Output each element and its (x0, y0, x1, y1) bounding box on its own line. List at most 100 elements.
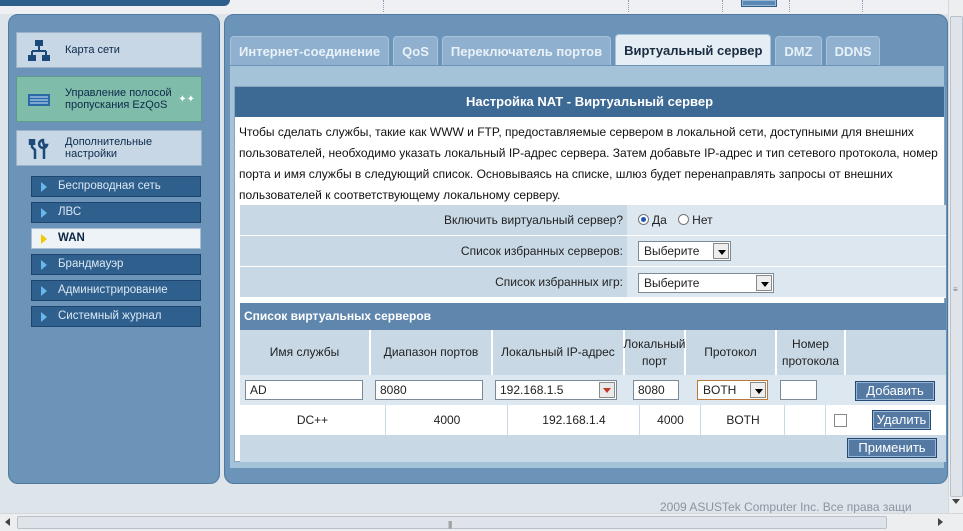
favorite-servers-row: Список избранных серверов: Выберите (240, 236, 946, 267)
col-header-action (846, 330, 946, 375)
sidebar-item-label: Беспроводная сеть (58, 180, 161, 192)
qos-icon (27, 88, 51, 112)
col-header-service: Имя службы (240, 330, 370, 375)
scroll-thumb[interactable]: ≡ (950, 16, 963, 497)
scroll-down-icon[interactable] (952, 499, 960, 504)
sidebar-item-network-map[interactable]: Карта сети (16, 32, 202, 68)
add-button[interactable]: Добавить (855, 381, 935, 401)
favorite-servers-label: Список избранных серверов: (240, 236, 627, 266)
row-port-range: 4000 (387, 405, 508, 435)
sidebar-item-label: Управление полосой пропускания EzQoS (65, 87, 172, 111)
col-header-protocol: Протокол (686, 330, 776, 375)
row-select-checkbox[interactable] (834, 414, 847, 427)
arrow-right-icon (41, 208, 47, 218)
arrow-right-icon (41, 182, 47, 192)
arrow-right-icon (41, 286, 47, 296)
col-header-port-range: Диапазон портов (371, 330, 492, 375)
virtual-server-list-title: Список виртуальных серверов (240, 303, 946, 330)
col-header-local-ip: Локальный IP-адрес (493, 330, 624, 375)
scroll-left-icon[interactable] (5, 518, 10, 526)
arrow-right-icon (41, 260, 47, 270)
sidebar-item-advanced[interactable]: Дополнительные настройки (16, 130, 202, 166)
grip-icon: ||| (448, 520, 452, 529)
radio-no[interactable] (678, 214, 690, 225)
sidebar-item-label: Системный журнал (58, 310, 162, 322)
local-ip-value: 192.168.1.5 (500, 383, 564, 397)
apply-row: Применить (240, 435, 946, 462)
scroll-thumb[interactable]: ||| (17, 516, 887, 529)
local-ip-combo[interactable]: 192.168.1.5 (495, 380, 617, 400)
network-map-icon (27, 39, 51, 63)
top-button[interactable] (741, 0, 777, 7)
tab-qos[interactable]: QoS (393, 36, 438, 65)
row-local-port: 4000 (641, 405, 701, 435)
radio-no-label: Нет (692, 213, 713, 227)
favorite-games-label: Список избранных игр: (240, 267, 627, 297)
delete-button[interactable]: Удалить (872, 410, 931, 430)
vertical-scrollbar[interactable]: ≡ (948, 0, 963, 513)
service-name-input[interactable]: AD (245, 380, 363, 400)
arrow-right-icon (41, 312, 47, 322)
radio-yes-label: Да (652, 213, 667, 227)
divider (628, 0, 629, 12)
tools-icon (27, 137, 51, 161)
sidebar-item-administration[interactable]: Администрирование (31, 280, 201, 301)
banner-curve (0, 0, 230, 6)
tab-ddns[interactable]: DDNS (825, 36, 881, 65)
favorite-games-row: Список избранных игр: Выберите (240, 267, 946, 298)
horizontal-scrollbar[interactable]: ||| (0, 513, 963, 531)
sidebar-item-firewall[interactable]: Брандмауэр (31, 254, 201, 275)
favorite-games-value: Выберите (644, 276, 700, 290)
sidebar-item-ezqos[interactable]: Управление полосой пропускания EzQoS ✦✦ (16, 76, 202, 122)
divider (383, 0, 384, 12)
local-port-input[interactable]: 8080 (633, 380, 679, 400)
col-header-protocol-number: Номер протокола (777, 330, 845, 375)
protocol-select[interactable]: BOTH (697, 380, 768, 400)
sidebar-item-lan[interactable]: ЛВС (31, 202, 201, 223)
row-local-ip: 192.168.1.4 (509, 405, 640, 435)
nat-virtual-server-panel: Настройка NAT - Виртуальный сервер Чтобы… (234, 86, 946, 462)
scroll-right-icon[interactable] (938, 518, 943, 526)
sidebar-item-label: ЛВС (58, 206, 82, 218)
protocol-number-input[interactable] (780, 380, 817, 400)
tab-dmz[interactable]: DMZ (775, 36, 822, 65)
row-protocol-number (786, 405, 826, 435)
divider (862, 0, 863, 12)
panel-title: Настройка NAT - Виртуальный сервер (235, 87, 944, 117)
grip-icon: ≡ (953, 285, 958, 294)
sidebar-item-label: Брандмауэр (58, 258, 124, 270)
sidebar-item-label: WAN (58, 232, 85, 244)
favorite-servers-select[interactable]: Выберите (638, 241, 731, 261)
tab-port-trigger[interactable]: Переключатель портов (441, 36, 612, 65)
sidebar-item-label: Карта сети (65, 44, 120, 56)
protocol-value: BOTH (703, 383, 737, 397)
col-header-local-port: Локальный порт (624, 330, 685, 375)
new-entry-row: AD 8080 192.168.1.5 8080 BOTH Добавить (240, 375, 946, 405)
tab-virtual-server[interactable]: Виртуальный сервер (615, 34, 772, 65)
sidebar-item-label: Администрирование (58, 284, 168, 296)
divider (722, 0, 723, 12)
tab-internet[interactable]: Интернет-соединение (230, 36, 390, 65)
favorite-games-select[interactable]: Выберите (638, 273, 774, 293)
tab-bar: Интернет-соединение QoS Переключатель по… (230, 34, 884, 66)
sidebar-item-wan[interactable]: WAN (31, 228, 201, 249)
enable-label: Включить виртуальный сервер? (240, 205, 627, 235)
arrow-right-icon (41, 234, 47, 244)
sidebar-item-wireless[interactable]: Беспроводная сеть (31, 176, 201, 197)
chevron-down-icon (756, 275, 772, 291)
chevron-down-icon (750, 382, 766, 398)
favorite-servers-value: Выберите (644, 244, 700, 258)
sidebar-item-label: Дополнительные настройки (65, 136, 153, 160)
sidebar-item-system-log[interactable]: Системный журнал (31, 306, 201, 327)
port-range-input[interactable]: 8080 (375, 380, 483, 400)
chevron-down-icon[interactable] (599, 382, 615, 398)
top-banner-strip (0, 0, 948, 14)
star-icon: ✦✦ (178, 94, 195, 105)
row-service: DC++ (240, 405, 386, 435)
radio-yes[interactable] (638, 214, 649, 225)
table-row: DC++ 4000 192.168.1.4 4000 BOTH Удалить (240, 405, 946, 435)
enable-row: Включить виртуальный сервер? Да Нет (240, 205, 946, 236)
apply-button[interactable]: Применить (847, 438, 937, 458)
row-protocol: BOTH (702, 405, 785, 435)
divider (789, 0, 790, 12)
